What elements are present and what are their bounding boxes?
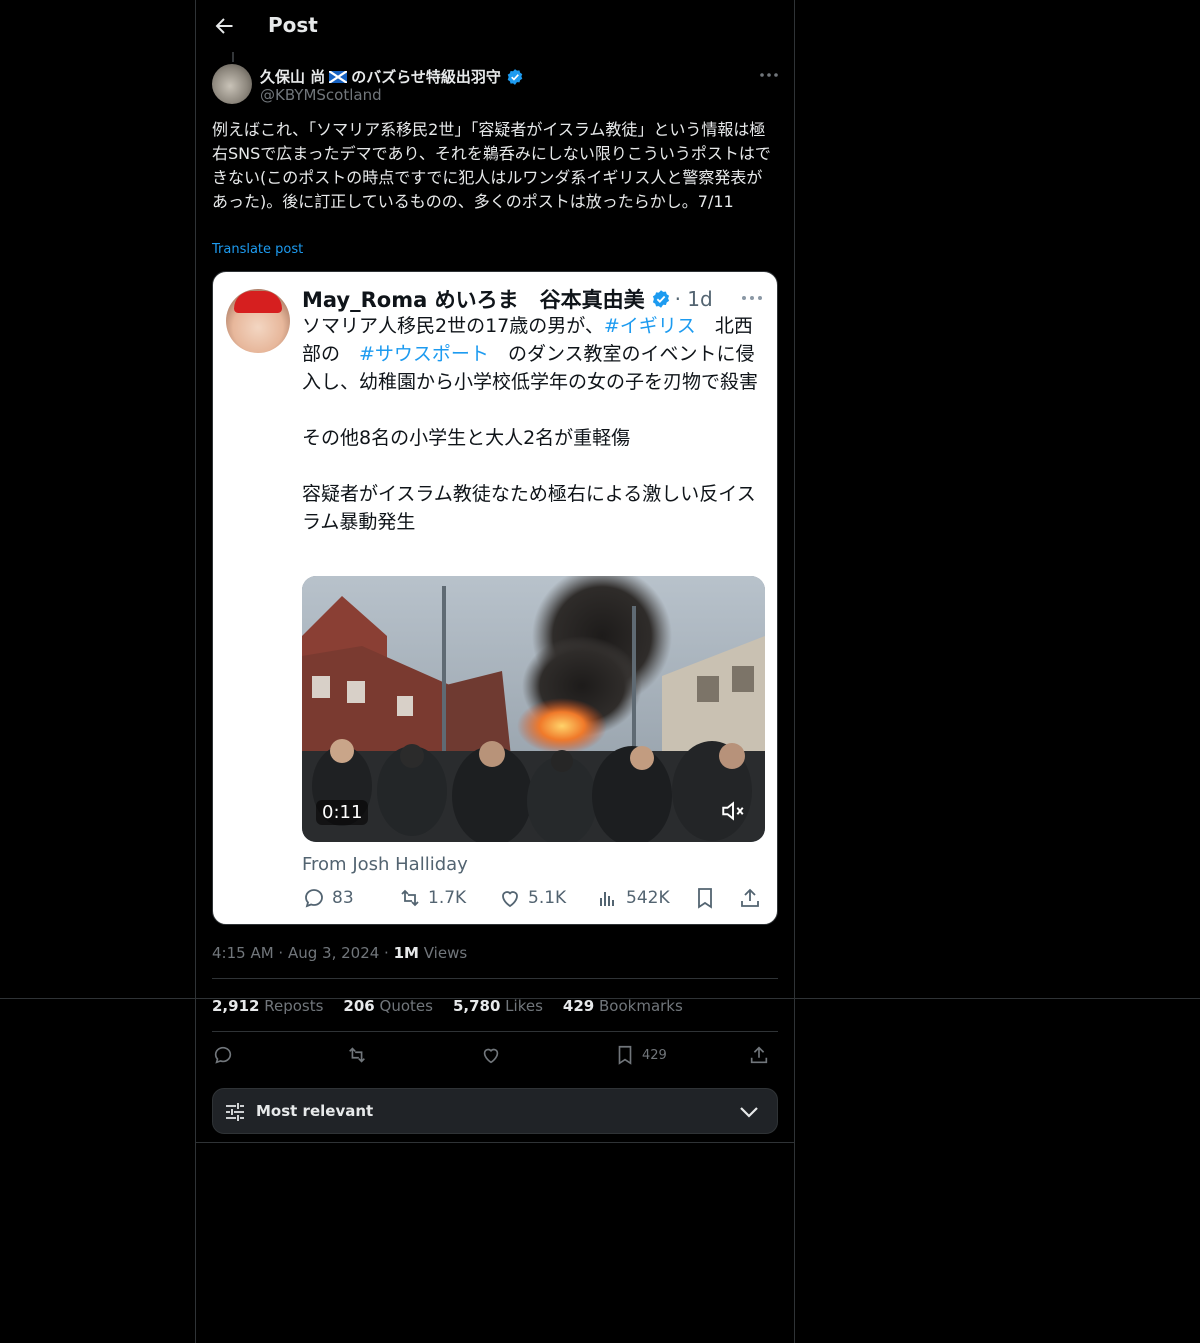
quoted-views: 542K bbox=[596, 886, 670, 910]
bookmark-icon bbox=[618, 1045, 632, 1065]
author-name-suffix: のバズらせ特級出羽守 bbox=[351, 68, 501, 86]
divider bbox=[212, 1031, 778, 1032]
quoted-likes-count: 5.1K bbox=[528, 888, 567, 908]
quoted-reposts-count: 1.7K bbox=[428, 888, 467, 908]
divider bbox=[196, 1142, 794, 1143]
quoted-text-part-3: のダンス教室のイベントに侵入し、幼稚園から小学校低学年の女の子を刃物で殺害 その… bbox=[302, 343, 759, 533]
engagement-stats: 2,912 Reposts 206 Quotes 5,780 Likes 429… bbox=[212, 997, 683, 1015]
author-name-prefix: 久保山 尚 bbox=[260, 68, 326, 86]
share-icon bbox=[750, 1046, 768, 1064]
like-button[interactable] bbox=[480, 1044, 502, 1066]
reposts-label: Reposts bbox=[264, 997, 324, 1015]
bookmark-button[interactable]: 429 bbox=[614, 1044, 667, 1066]
likes-label: Likes bbox=[505, 997, 543, 1015]
verified-badge-icon bbox=[507, 68, 523, 85]
quoted-share-icon bbox=[741, 888, 759, 907]
quoted-hashtag-southport: #サウスポート bbox=[359, 343, 489, 365]
thread-connector bbox=[232, 52, 234, 62]
quotes-count: 206 bbox=[343, 997, 375, 1015]
sliders-icon bbox=[226, 1103, 244, 1121]
quoted-author-name: May_Roma めいろま 谷本真由美 bbox=[302, 288, 645, 312]
quoted-avatar bbox=[226, 289, 290, 353]
quoted-replies: 83 bbox=[302, 886, 354, 910]
quoted-action-bar: 83 1.7K 5.1K 542K bbox=[302, 886, 768, 916]
repost-icon bbox=[401, 889, 419, 907]
author-avatar[interactable] bbox=[212, 64, 252, 104]
post-text: 例えばこれ、「ソマリア系移民2世」「容疑者がイスラム教徒」という情報は極右SNS… bbox=[212, 120, 771, 211]
views-icon bbox=[600, 892, 614, 906]
quotes-stat[interactable]: 206 Quotes bbox=[343, 997, 433, 1015]
post-column: Post 久保山 尚 のバズらせ特級出羽守 @KBYMScotland 例えばこ… bbox=[195, 0, 795, 1343]
bookmarks-stat: 429 Bookmarks bbox=[563, 997, 683, 1015]
likes-stat[interactable]: 5,780 Likes bbox=[453, 997, 543, 1015]
reposts-stat[interactable]: 2,912 Reposts bbox=[212, 997, 323, 1015]
quoted-verified-badge-icon bbox=[652, 290, 669, 308]
quoted-avatar-hat bbox=[234, 291, 282, 313]
quoted-text: ソマリア人移民2世の17歳の男が、#イギリス 北西部の #サウスポート のダンス… bbox=[302, 312, 768, 536]
quoted-reposts: 1.7K bbox=[398, 886, 466, 910]
video-duration: 0:11 bbox=[316, 800, 369, 825]
share-button[interactable] bbox=[748, 1044, 770, 1066]
chevron-down-icon bbox=[740, 1107, 758, 1118]
quoted-hashtag-uk: #イギリス bbox=[603, 315, 696, 337]
reply-button[interactable] bbox=[212, 1044, 234, 1066]
divider bbox=[212, 978, 778, 979]
reposts-count: 2,912 bbox=[212, 997, 260, 1015]
reply-icon bbox=[214, 1046, 232, 1064]
quoted-time: · 1d bbox=[674, 287, 713, 311]
video-source: From Josh Halliday bbox=[302, 854, 468, 875]
author-handle[interactable]: @KBYMScotland bbox=[260, 86, 382, 104]
translate-post-link[interactable]: Translate post bbox=[212, 242, 303, 257]
quoted-views-count: 542K bbox=[626, 888, 670, 908]
likes-count: 5,780 bbox=[452, 997, 501, 1015]
views-label: Views bbox=[418, 944, 468, 962]
more-icon[interactable] bbox=[758, 64, 780, 86]
post-date[interactable]: Aug 3, 2024 bbox=[288, 944, 379, 962]
meta-separator: · bbox=[379, 944, 394, 962]
author-name[interactable]: 久保山 尚 のバズらせ特級出羽守 bbox=[260, 66, 524, 87]
repost-button[interactable] bbox=[346, 1044, 368, 1066]
quoted-video: 0:11 bbox=[302, 576, 765, 842]
viewport-divider bbox=[0, 998, 1200, 999]
sort-label: Most relevant bbox=[256, 1102, 374, 1120]
like-icon bbox=[502, 891, 518, 908]
meta-separator: · bbox=[273, 944, 288, 962]
quotes-label: Quotes bbox=[379, 997, 433, 1015]
reply-sort-dropdown[interactable]: Most relevant bbox=[212, 1088, 778, 1134]
post-meta: 4:15 AM · Aug 3, 2024 · 1M Views bbox=[212, 944, 467, 962]
scotland-flag-icon bbox=[329, 70, 348, 83]
page-header: Post bbox=[196, 0, 794, 54]
bookmarks-count: 429 bbox=[562, 997, 595, 1015]
back-arrow-icon[interactable] bbox=[212, 14, 236, 38]
post-action-bar: 429 bbox=[212, 1044, 778, 1068]
quoted-text-part-1: ソマリア人移民2世の17歳の男が、 bbox=[302, 315, 604, 337]
quoted-likes: 5.1K bbox=[498, 886, 566, 910]
page-title: Post bbox=[268, 13, 318, 37]
reply-icon bbox=[305, 889, 323, 908]
post-time[interactable]: 4:15 AM bbox=[212, 944, 274, 962]
mute-icon bbox=[722, 801, 744, 821]
quoted-bookmark-icon bbox=[698, 888, 712, 909]
like-icon bbox=[483, 1048, 499, 1064]
quoted-post-image[interactable]: May_Roma めいろま 谷本真由美 · 1d ソマリア人移民2世の17歳の男… bbox=[212, 271, 778, 925]
quoted-author-row: May_Roma めいろま 谷本真由美 · 1d bbox=[302, 284, 713, 314]
riot-scene-image bbox=[302, 576, 765, 842]
quoted-more-icon bbox=[742, 296, 762, 300]
views-count: 1M bbox=[393, 944, 419, 962]
bookmark-count: 429 bbox=[642, 1047, 667, 1063]
quoted-replies-count: 83 bbox=[332, 888, 354, 908]
bookmarks-label: Bookmarks bbox=[599, 997, 683, 1015]
repost-icon bbox=[349, 1047, 365, 1063]
